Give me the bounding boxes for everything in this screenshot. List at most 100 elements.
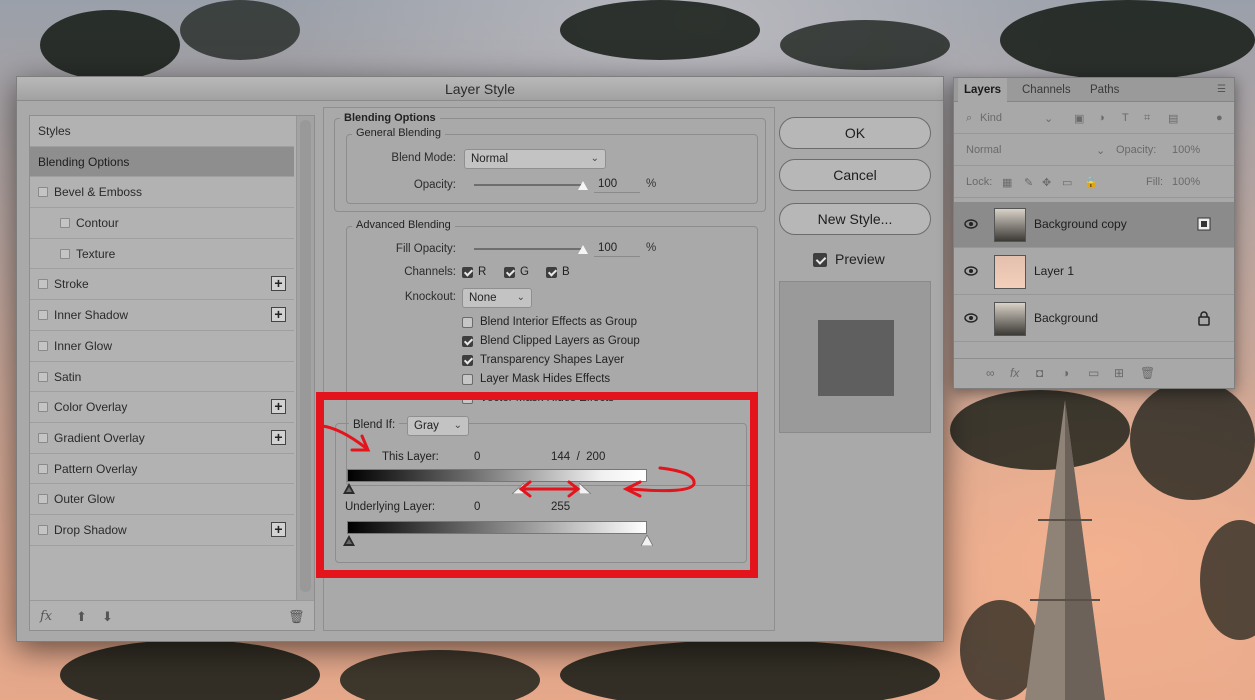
style-checkbox[interactable]: [60, 218, 70, 229]
fill-opacity-slider-thumb[interactable]: [578, 245, 588, 254]
layer-name[interactable]: Background: [1034, 311, 1098, 325]
cancel-button[interactable]: Cancel: [779, 159, 931, 191]
style-checkbox[interactable]: [38, 432, 48, 443]
lock-position-icon[interactable]: ✥: [1042, 176, 1051, 189]
new-layer-icon[interactable]: ⊞: [1114, 366, 1124, 380]
style-item-texture[interactable]: Texture: [30, 239, 294, 270]
advanced-option-checkbox[interactable]: [462, 336, 473, 347]
tab-paths[interactable]: Paths: [1084, 78, 1125, 102]
channel-b-checkbox[interactable]: [546, 267, 557, 278]
add-style-instance-button[interactable]: +: [271, 399, 286, 415]
style-checkbox[interactable]: [38, 371, 48, 382]
lock-artboard-icon[interactable]: ▭: [1062, 176, 1072, 189]
filter-adjustment-icon[interactable]: ◑: [1098, 112, 1105, 124]
filter-smart-object-icon[interactable]: ▤: [1168, 112, 1178, 125]
style-checkbox[interactable]: [60, 248, 70, 259]
style-item-bevel-emboss[interactable]: Bevel & Emboss: [30, 177, 294, 209]
style-item-pattern-overlay[interactable]: Pattern Overlay: [30, 454, 294, 485]
adjustment-layer-icon[interactable]: ◑: [1062, 366, 1069, 380]
eye-icon[interactable]: [964, 264, 978, 278]
move-down-icon[interactable]: ⬇: [102, 609, 113, 625]
style-checkbox[interactable]: [38, 402, 48, 413]
opacity-slider-thumb[interactable]: [578, 181, 588, 190]
layer-row-layer-1[interactable]: Layer 1: [954, 249, 1234, 295]
fill-value[interactable]: 100%: [1172, 176, 1200, 188]
knockout-select[interactable]: None ⌄: [462, 288, 532, 308]
filter-type-icon[interactable]: T: [1122, 112, 1129, 124]
opacity-label: Opacity:: [413, 179, 456, 191]
style-checkbox[interactable]: [38, 310, 48, 321]
fx-button[interactable]: fx: [40, 609, 52, 624]
filter-shape-icon[interactable]: ⌗: [1144, 112, 1150, 125]
panel-menu-icon[interactable]: ☰: [1217, 84, 1226, 95]
style-item-label: Color Overlay: [54, 400, 128, 415]
add-style-instance-button[interactable]: +: [271, 429, 286, 445]
filter-toggle-icon[interactable]: ●: [1216, 112, 1223, 124]
preview-swatch: [818, 320, 894, 396]
add-style-instance-button[interactable]: +: [271, 307, 286, 323]
style-item-inner-shadow[interactable]: Inner Shadow +: [30, 300, 294, 331]
style-item-gradient-overlay[interactable]: Gradient Overlay +: [30, 423, 294, 454]
style-checkbox[interactable]: [38, 279, 48, 290]
add-mask-icon[interactable]: ◘: [1036, 366, 1043, 380]
filter-pixel-icon[interactable]: ▣: [1074, 112, 1084, 125]
layer-row-background-copy[interactable]: Background copy: [954, 202, 1234, 248]
style-checkbox[interactable]: [38, 494, 48, 505]
style-checkbox[interactable]: [38, 187, 48, 198]
fill-opacity-input[interactable]: 100: [594, 239, 640, 257]
fill-opacity-slider[interactable]: [474, 248, 582, 250]
advanced-option-checkbox[interactable]: [462, 374, 473, 385]
eye-icon[interactable]: [964, 311, 978, 325]
layers-footer: ∞ fx ◘ ◑ ▭ ⊞ 🗑: [954, 358, 1234, 388]
style-item-label: Blending Options: [38, 154, 130, 169]
channel-g-checkbox[interactable]: [504, 267, 515, 278]
lock-transparent-icon[interactable]: ▦: [1002, 176, 1012, 189]
move-up-icon[interactable]: ⬆: [76, 609, 87, 625]
styles-scrollbar[interactable]: [296, 116, 314, 600]
channel-r-checkbox[interactable]: [462, 267, 473, 278]
lock-icon[interactable]: [1196, 310, 1212, 326]
style-item-satin[interactable]: Satin: [30, 362, 294, 393]
lock-paint-icon[interactable]: ✎: [1024, 176, 1033, 189]
delete-layer-icon[interactable]: 🗑: [1140, 366, 1155, 380]
lock-fill-row: Lock: ▦ ✎ ✥ ▭ 🔒 Fill: 100%: [954, 168, 1234, 198]
eye-icon[interactable]: [964, 217, 978, 231]
add-style-instance-button[interactable]: +: [271, 521, 286, 537]
layer-name[interactable]: Background copy: [1034, 217, 1127, 231]
link-layers-icon[interactable]: ∞: [986, 366, 995, 380]
style-item-blending-options[interactable]: Blending Options: [30, 146, 294, 178]
style-item-drop-shadow[interactable]: Drop Shadow +: [30, 515, 294, 546]
style-item-inner-glow[interactable]: Inner Glow: [30, 331, 294, 362]
layer-row-background[interactable]: Background: [954, 296, 1234, 342]
new-style-button[interactable]: New Style...: [779, 203, 931, 235]
preview-checkbox[interactable]: [813, 253, 827, 267]
style-item-outer-glow[interactable]: Outer Glow: [30, 484, 294, 515]
lock-all-icon[interactable]: 🔒: [1084, 176, 1098, 189]
style-item-contour[interactable]: Contour: [30, 208, 294, 239]
advanced-option-checkbox[interactable]: [462, 317, 473, 328]
styles-header[interactable]: Styles: [30, 116, 294, 147]
dialog-title[interactable]: Layer Style: [17, 77, 943, 101]
add-style-instance-button[interactable]: +: [271, 276, 286, 292]
general-blending-group: [346, 134, 758, 204]
layer-blend-mode-select[interactable]: Normal: [966, 144, 1001, 156]
trash-icon[interactable]: 🗑: [288, 609, 305, 625]
fx-icon[interactable]: fx: [1010, 366, 1019, 380]
smart-object-icon: [1197, 217, 1211, 231]
opacity-slider[interactable]: [474, 184, 582, 186]
blend-mode-select[interactable]: Normal ⌄: [464, 149, 606, 169]
style-checkbox[interactable]: [38, 463, 48, 474]
style-item-color-overlay[interactable]: Color Overlay +: [30, 392, 294, 423]
ok-button[interactable]: OK: [779, 117, 931, 149]
tab-layers[interactable]: Layers: [958, 78, 1008, 102]
advanced-option-checkbox[interactable]: [462, 355, 473, 366]
style-item-stroke[interactable]: Stroke +: [30, 269, 294, 301]
new-group-icon[interactable]: ▭: [1088, 366, 1099, 380]
layer-opacity-value[interactable]: 100%: [1172, 144, 1200, 156]
opacity-input[interactable]: 100: [594, 175, 640, 193]
filter-kind-select[interactable]: Kind: [980, 112, 1002, 124]
style-checkbox[interactable]: [38, 524, 48, 535]
layer-name[interactable]: Layer 1: [1034, 264, 1074, 278]
style-checkbox[interactable]: [38, 340, 48, 351]
tab-channels[interactable]: Channels: [1016, 78, 1077, 102]
